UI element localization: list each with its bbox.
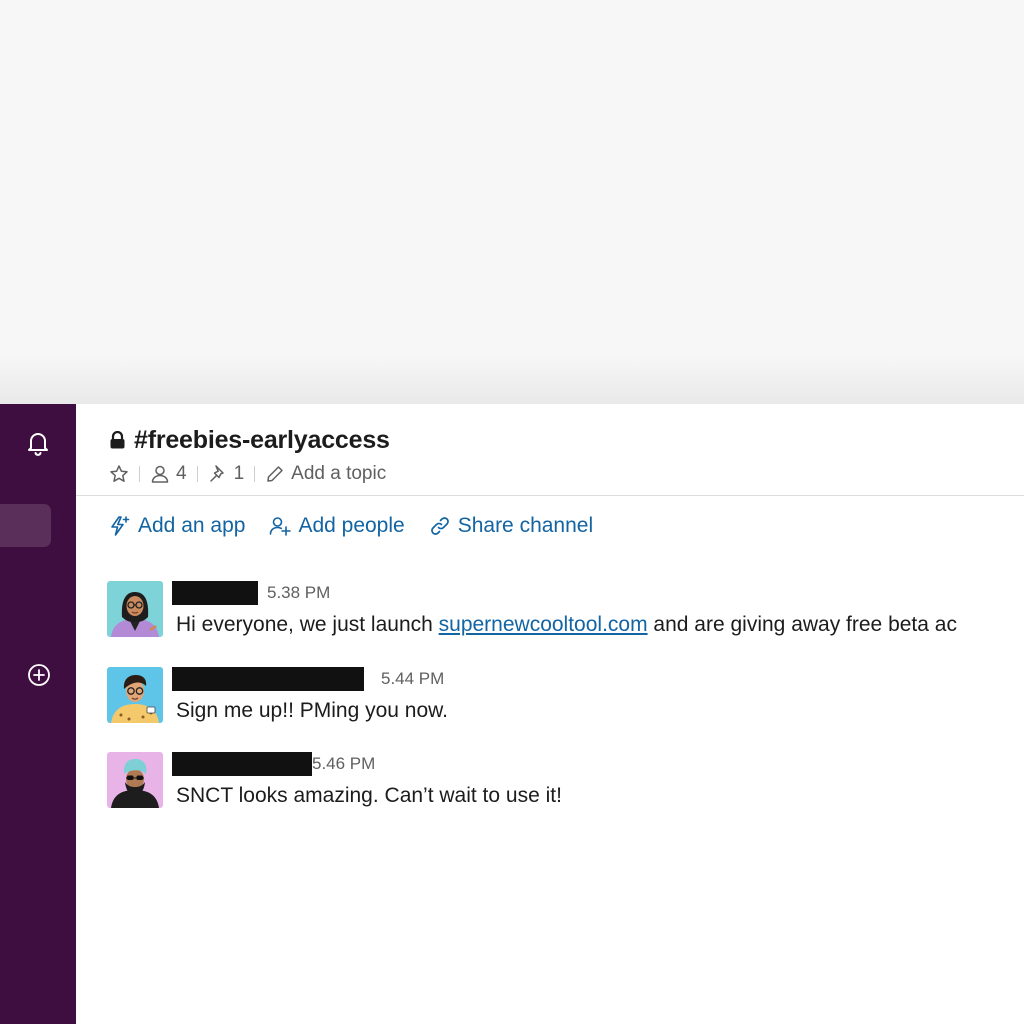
avatar[interactable] (107, 752, 163, 808)
pinned-count: 1 (233, 463, 245, 484)
workspace-sidebar (0, 404, 76, 1024)
meta-divider (139, 466, 140, 482)
bell-icon[interactable] (24, 429, 52, 457)
message-text-part: and are giving away free beta ac (647, 613, 957, 636)
channel-meta: 4 1 Add a topic (109, 462, 386, 486)
message-item[interactable]: 5.44 PM Sign me up!! PMing you now. (107, 667, 1024, 727)
lightning-icon (109, 515, 131, 537)
member-count: 4 (176, 463, 187, 484)
member-count-button[interactable]: 4 (150, 463, 187, 485)
add-app-label: Add an app (138, 514, 246, 537)
channel-title[interactable]: #freebies-earlyaccess (109, 424, 390, 456)
add-app-button[interactable]: Add an app (109, 514, 245, 538)
redacted-username (172, 581, 258, 605)
star-button[interactable] (109, 464, 129, 484)
message-text: SNCT looks amazing. Can’t wait to use it… (176, 784, 562, 807)
message-text: Sign me up!! PMing you now. (176, 699, 448, 722)
pinned-count-button[interactable]: 1 (208, 463, 245, 485)
slack-window: #freebies-earlyaccess 4 1 Add a topic Ad… (0, 404, 1024, 1024)
pin-icon (208, 464, 228, 484)
message-item[interactable]: 5.38 PM Hi everyone, we just launch supe… (107, 581, 1024, 641)
star-icon (109, 464, 129, 484)
message-timestamp[interactable]: 5.46 PM (312, 754, 375, 774)
share-channel-button[interactable]: Share channel (429, 514, 593, 538)
redacted-username (172, 752, 312, 776)
message-timestamp[interactable]: 5.44 PM (381, 669, 444, 689)
link-icon (429, 515, 451, 537)
lock-icon (109, 430, 126, 449)
add-people-button[interactable]: Add people (269, 514, 405, 538)
channel-view: #freebies-earlyaccess 4 1 Add a topic Ad… (76, 404, 1024, 1024)
person-icon (150, 464, 170, 484)
message-link[interactable]: supernewcooltool.com (439, 613, 648, 636)
top-blank-area (0, 0, 1024, 404)
add-circle-icon[interactable] (27, 663, 51, 687)
pencil-icon (265, 464, 285, 484)
message-item[interactable]: 5.46 PM SNCT looks amazing. Can’t wait t… (107, 752, 1024, 812)
bookmark-bar: Add an app Add people Share channel (109, 512, 593, 540)
add-topic-label: Add a topic (291, 463, 387, 484)
avatar[interactable] (107, 667, 163, 723)
channel-header: #freebies-earlyaccess 4 1 Add a topic (76, 404, 1024, 496)
channel-name: #freebies-earlyaccess (134, 425, 390, 454)
add-topic-button[interactable]: Add a topic (265, 463, 386, 485)
message-text: Hi everyone, we just launch supernewcool… (176, 613, 957, 637)
sidebar-active-item[interactable] (0, 504, 51, 547)
avatar[interactable] (107, 581, 163, 637)
meta-divider (196, 466, 198, 482)
redacted-username (172, 667, 364, 691)
message-text-part: Hi everyone, we just launch (176, 613, 439, 636)
message-timestamp[interactable]: 5.38 PM (267, 583, 330, 603)
share-channel-label: Share channel (457, 514, 594, 537)
meta-divider (254, 466, 256, 482)
add-person-icon (269, 515, 292, 537)
add-people-label: Add people (298, 514, 405, 537)
